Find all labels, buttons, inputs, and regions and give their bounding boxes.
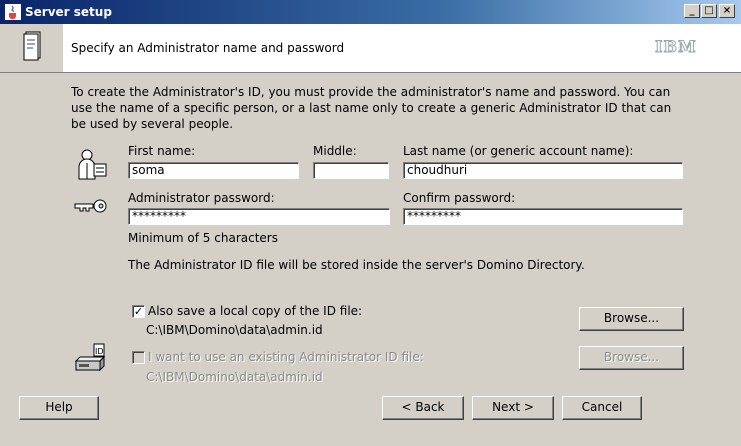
next-button[interactable]: Next > (472, 396, 554, 420)
id-file-icon: ID (74, 343, 106, 372)
local-copy-label: Also save a local copy of the ID file: (148, 304, 363, 318)
confirm-password-field[interactable]: ********* (403, 208, 683, 225)
header-icon-strip (0, 24, 63, 72)
existing-id-path: C:\IBM\Domino\data\admin.id (146, 370, 323, 384)
admin-password-field[interactable]: ********* (128, 208, 390, 225)
intro-text: To create the Administrator's ID, you mu… (71, 85, 672, 131)
password-hint: Minimum of 5 characters (128, 231, 278, 245)
storage-note: The Administrator ID file will be stored… (128, 258, 585, 272)
close-button[interactable]: × (719, 4, 735, 18)
local-copy-checkbox[interactable]: ✓ (132, 305, 145, 318)
existing-id-checkbox[interactable] (132, 351, 145, 364)
minimize-button[interactable]: _ (684, 4, 700, 18)
admin-password-label: Administrator password: (128, 191, 275, 205)
last-name-label: Last name (or generic account name): (403, 144, 634, 158)
person-id-icon (78, 149, 107, 180)
back-button[interactable]: < Back (382, 396, 464, 420)
existing-id-browse-button[interactable]: Browse... (579, 346, 684, 370)
cancel-button[interactable]: Cancel (562, 396, 642, 420)
first-name-label: First name: (128, 144, 196, 158)
document-icon (23, 31, 41, 61)
middle-name-label: Middle: (313, 144, 357, 158)
ibm-logo: IBM (655, 37, 697, 57)
header-title: Specify an Administrator name and passwo… (71, 41, 345, 55)
title-bar: Server setup _ □ × (0, 0, 741, 24)
middle-name-field[interactable] (313, 162, 389, 179)
maximize-button[interactable]: □ (701, 4, 717, 18)
window-title: Server setup (25, 5, 112, 19)
last-name-field[interactable]: choudhuri (403, 162, 683, 179)
confirm-password-label: Confirm password: (403, 191, 516, 205)
local-copy-path: C:\IBM\Domino\data\admin.id (146, 323, 323, 337)
key-icon (74, 199, 107, 213)
svg-text:ID: ID (95, 347, 104, 356)
local-copy-browse-button[interactable]: Browse... (579, 307, 684, 331)
first-name-field[interactable]: soma (128, 162, 299, 179)
existing-id-label: I want to use an existing Administrator … (148, 350, 424, 364)
help-button[interactable]: Help (19, 396, 99, 420)
wizard-header: Specify an Administrator name and passwo… (0, 24, 741, 73)
java-cup-icon (5, 4, 21, 20)
